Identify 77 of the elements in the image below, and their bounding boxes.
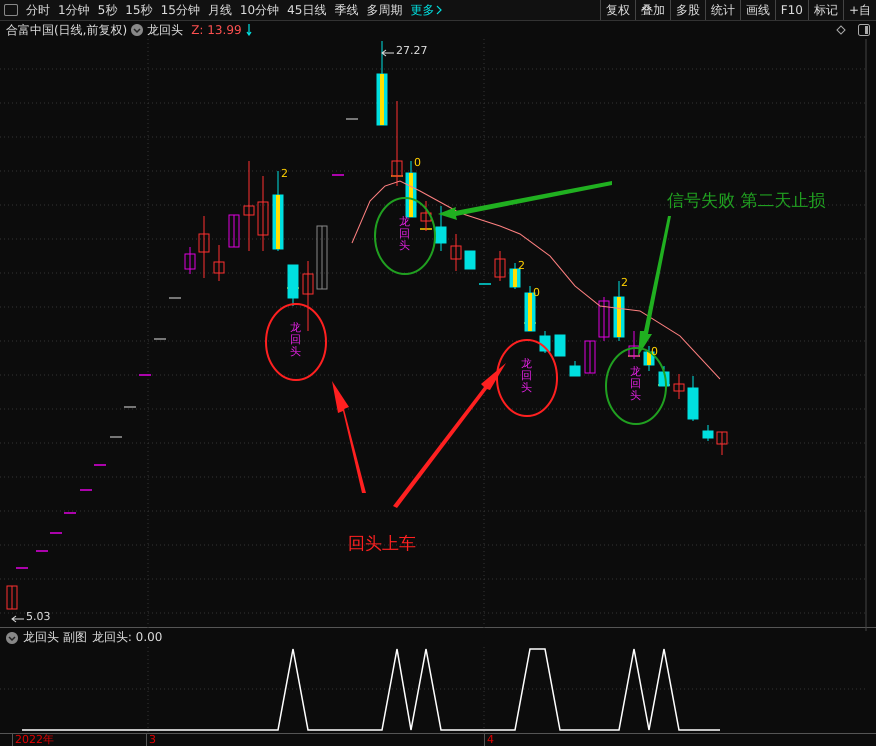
dropdown-icon[interactable] <box>131 24 144 36</box>
panel-toggle-icon[interactable] <box>858 24 870 36</box>
dropdown-icon[interactable] <box>6 632 18 644</box>
signal-value: 2 <box>518 260 525 272</box>
candlestick <box>540 330 550 354</box>
candlestick <box>198 216 210 278</box>
panel-toggle-icon[interactable] <box>4 4 18 16</box>
candlestick <box>406 160 416 218</box>
candlestick <box>554 334 566 356</box>
chevron-right-icon <box>436 5 442 15</box>
period-tab[interactable]: 5秒 <box>94 0 122 20</box>
signal-value: 2 <box>281 168 288 180</box>
candlestick <box>464 250 476 270</box>
period-tab[interactable]: 15秒 <box>121 0 157 20</box>
period-tab[interactable]: 1分钟 <box>54 0 94 20</box>
candlestick <box>688 376 698 422</box>
candlestick <box>436 206 446 252</box>
leader-line <box>11 615 24 623</box>
candlestick <box>420 200 432 232</box>
candlestick <box>658 366 670 386</box>
candlestick <box>302 260 314 332</box>
candlestick <box>494 250 506 282</box>
leader-line <box>381 49 394 57</box>
date-label: 3 <box>146 734 156 746</box>
candlestick <box>228 214 240 248</box>
date-label: 2022年 <box>12 734 54 746</box>
candlestick <box>598 296 610 342</box>
signal-value: 0 <box>533 287 540 299</box>
period-tab[interactable]: 季线 <box>330 0 362 20</box>
toolbar-button[interactable]: 叠加 <box>634 0 670 20</box>
candlestick <box>214 244 224 282</box>
candlestick <box>570 360 580 376</box>
pattern-label: 龙回头 <box>290 322 301 358</box>
period-tab[interactable]: 多周期 <box>362 0 406 20</box>
candlestick <box>674 374 684 400</box>
price-label: 27.27 <box>396 45 428 57</box>
candlestick <box>184 246 196 274</box>
date-label: 4 <box>484 734 494 746</box>
toolbar-button[interactable]: 复权 <box>600 0 635 20</box>
candlestick <box>450 234 462 272</box>
indicator-value: 龙回头: 0.00 <box>92 629 162 646</box>
indicator-value: Z: 13.99 <box>191 23 242 37</box>
candlestick <box>702 424 714 442</box>
signal-value: 2 <box>621 277 628 289</box>
price-label: 5.03 <box>26 611 50 623</box>
toolbar-button[interactable]: +自 <box>842 0 876 20</box>
candlestick <box>6 586 18 610</box>
candlestick <box>584 340 596 374</box>
toolbar-button[interactable]: 标记 <box>808 0 843 20</box>
toolbar-button[interactable]: 多股 <box>670 0 705 20</box>
toolbar-button[interactable]: 统计 <box>704 0 740 20</box>
diamond-icon[interactable] <box>836 25 846 35</box>
candlestick <box>510 262 520 290</box>
period-tab[interactable]: 10分钟 <box>236 0 284 20</box>
pattern-label: 龙回头 <box>399 216 410 252</box>
candlestick <box>316 226 328 290</box>
period-tab[interactable]: 月线 <box>204 0 236 20</box>
candlestick <box>716 432 728 456</box>
stock-title: 合富中国(日线,前复权) <box>6 22 128 38</box>
pattern-label: 龙回头 <box>521 358 532 394</box>
pattern-label: 龙回头 <box>630 366 641 402</box>
indicator-name: 龙回头 <box>147 22 184 38</box>
more-button[interactable]: 更多 <box>406 0 436 20</box>
candlestick <box>628 330 640 360</box>
candlestick <box>524 286 536 332</box>
period-tab[interactable]: 15分钟 <box>156 0 204 20</box>
toolbar-button[interactable]: F10 <box>774 0 808 20</box>
signal-value: 0 <box>651 346 658 358</box>
period-tab[interactable]: 45日线 <box>283 0 330 20</box>
down-arrow-icon <box>246 24 252 36</box>
toolbar-button[interactable]: 画线 <box>740 0 775 20</box>
annotation-text: 回头上车 <box>348 533 416 555</box>
annotation-text: 信号失败 第二天止损 <box>667 190 826 212</box>
period-tab[interactable]: 分时 <box>22 0 54 20</box>
candlestick <box>288 264 298 306</box>
sub-chart-title: 龙回头 副图 <box>23 629 87 646</box>
signal-value: 0 <box>414 157 421 169</box>
